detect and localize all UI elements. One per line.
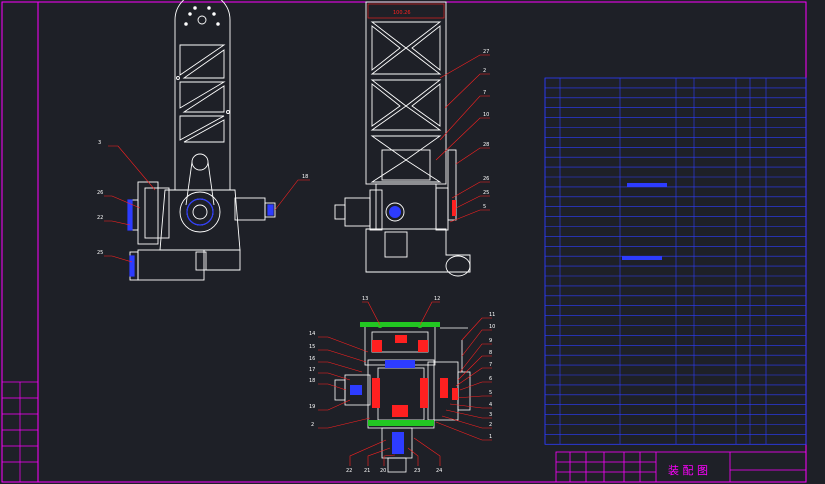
side-view-accents: 100.26 xyxy=(367,3,456,218)
section-callout-22: 22 xyxy=(346,468,352,474)
front-view-hatching xyxy=(127,198,274,277)
section-callout-21: 21 xyxy=(364,468,370,474)
side-callout-10: 10 xyxy=(483,112,489,118)
side-callout-25: 25 xyxy=(483,190,489,196)
section-callout-5: 5 xyxy=(489,390,492,396)
section-callout-10: 10 xyxy=(489,324,495,330)
front-callout-18: 18 xyxy=(302,174,308,180)
drawing-title: 装 配 图 xyxy=(668,464,708,477)
side-callout-5: 5 xyxy=(483,204,486,210)
section-callout-20: 20 xyxy=(380,468,386,474)
side-dimension: 100.26 xyxy=(393,10,411,16)
section-callout-1: 1 xyxy=(489,434,492,440)
section-callout-24: 24 xyxy=(436,468,442,474)
section-callout-7: 7 xyxy=(489,362,492,368)
section-callout-17: 17 xyxy=(309,367,315,373)
section-callout-15: 15 xyxy=(309,344,315,350)
side-view-leaders xyxy=(435,54,490,223)
side-callout-28: 28 xyxy=(483,142,489,148)
section-callout-3: 3 xyxy=(489,412,492,418)
section-callout-16: 16 xyxy=(309,356,315,362)
section-callout-9: 9 xyxy=(489,338,492,344)
left-margin-stamp xyxy=(1,381,39,483)
section-callout-11: 11 xyxy=(489,312,495,318)
front-view[interactable] xyxy=(127,0,276,281)
section-callout-13: 13 xyxy=(362,296,368,302)
front-view-leaders xyxy=(104,145,310,263)
section-view-colored xyxy=(350,322,458,454)
front-callout-22: 22 xyxy=(97,215,103,221)
parts-list-table[interactable] xyxy=(544,77,807,445)
section-callout-19: 19 xyxy=(309,404,315,410)
parts-list-border xyxy=(544,77,807,445)
section-callout-2r: 2 xyxy=(489,422,492,428)
parts-list-highlight xyxy=(622,256,662,260)
front-callout-26: 26 xyxy=(97,190,103,196)
section-callout-12: 12 xyxy=(434,296,440,302)
section-callout-18: 18 xyxy=(309,378,315,384)
section-callout-4: 4 xyxy=(489,402,492,408)
section-callout-6: 6 xyxy=(489,376,492,382)
front-callout-25: 25 xyxy=(97,250,103,256)
side-view[interactable] xyxy=(334,1,471,277)
side-callout-26: 26 xyxy=(483,176,489,182)
section-callout-23: 23 xyxy=(414,468,420,474)
front-callout-3: 3 xyxy=(98,140,101,146)
parts-list-highlight xyxy=(627,183,667,187)
drawing-canvas[interactable]: 3 26 22 25 18 100.26 27 2 7 10 28 26 25 … xyxy=(0,0,825,484)
section-callout-8: 8 xyxy=(489,350,492,356)
section-callout-2: 2 xyxy=(311,422,314,428)
side-callout-7: 7 xyxy=(483,90,486,96)
side-callout-2: 2 xyxy=(483,68,486,74)
side-callout-27: 27 xyxy=(483,49,489,55)
section-callout-14: 14 xyxy=(309,331,315,337)
